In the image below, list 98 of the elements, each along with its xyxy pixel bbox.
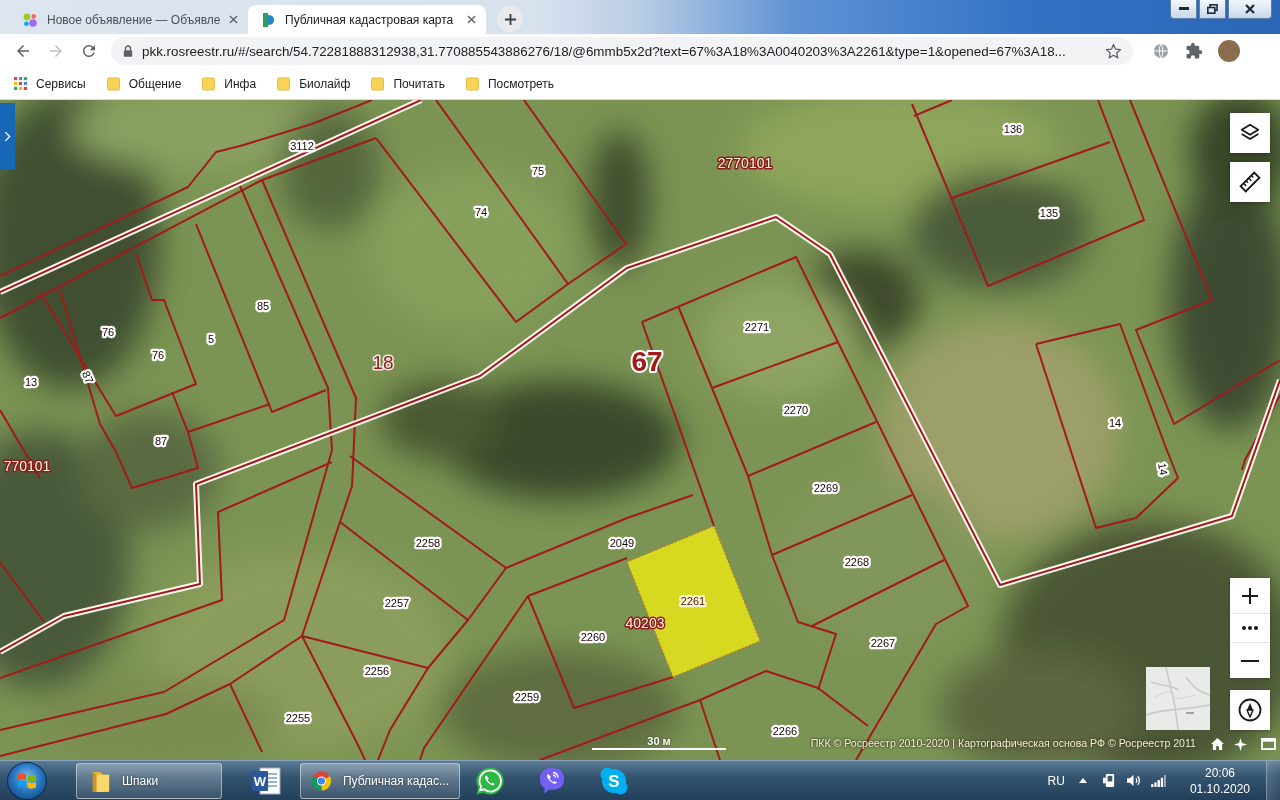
caret-up-icon[interactable] — [1078, 778, 1087, 783]
folder-icon — [106, 76, 120, 91]
parcel-number: 136 — [1003, 123, 1023, 135]
emblem-icon — [260, 11, 276, 28]
parcel-number: 87 — [79, 368, 97, 386]
windows-logo-icon — [17, 770, 37, 791]
parcel-number: 2267 — [870, 637, 896, 649]
zoom-out-button[interactable] — [1230, 642, 1270, 678]
bookmark-item[interactable]: Почитать — [371, 76, 445, 91]
parcel-number: 5 — [207, 333, 215, 345]
parcel-number: 3112 — [290, 140, 314, 152]
parcel-number: 14 — [1156, 461, 1170, 477]
star-icon — [1104, 42, 1122, 60]
restore-button[interactable] — [1199, 0, 1226, 19]
bookmark-item[interactable]: Инфа — [202, 76, 257, 91]
parcel-number: 2261 — [680, 595, 706, 607]
profile-avatar[interactable] — [1218, 40, 1240, 62]
language-indicator[interactable]: RU — [1047, 773, 1065, 788]
parcel-number: 2049 — [609, 537, 635, 549]
parcel-number: 2259 — [514, 691, 540, 703]
chevron-right-icon — [4, 131, 11, 142]
browser-tab[interactable]: Публичная кадастровая карта — [248, 5, 486, 34]
apps-grid-icon — [14, 77, 27, 90]
quarter-number: 770101 — [3, 458, 51, 474]
taskbar-button[interactable]: Публичная кадас... — [300, 762, 460, 799]
folder-icon — [371, 76, 385, 91]
bookmark-item[interactable]: Сервисы — [14, 76, 86, 91]
parcel-number: 14 — [1108, 417, 1122, 429]
ruler-icon — [1239, 171, 1261, 193]
dots-icon — [22, 11, 38, 28]
zoom-in-button[interactable] — [1230, 578, 1270, 613]
bookmark-item[interactable]: Общение — [106, 76, 182, 91]
lock-icon — [123, 45, 133, 57]
parcel-number: 2260 — [580, 631, 606, 643]
clock-date[interactable]: 01.10.2020 — [1189, 780, 1250, 797]
bookmark-item[interactable]: Биолайф — [277, 76, 351, 91]
quarter-number: 2770101 — [717, 155, 773, 171]
parcel-number: 2270 — [783, 404, 809, 416]
parcel-number: 74 — [474, 206, 488, 218]
layers-button[interactable] — [1230, 113, 1270, 153]
parcel-number: 2258 — [415, 537, 441, 549]
close-icon[interactable] — [467, 15, 476, 24]
parcel-number: 135 — [1039, 207, 1059, 219]
parcel-number: 75 — [531, 165, 545, 177]
map-thumbnail-drawing[interactable] — [1146, 667, 1210, 730]
puzzle-icon — [1185, 42, 1203, 60]
bookmark-item[interactable]: Посмотреть — [465, 76, 555, 91]
four-point-star-icon[interactable] — [1234, 738, 1247, 751]
start-button[interactable] — [7, 761, 47, 800]
close-icon — [1245, 4, 1255, 14]
parcel-number: 85 — [256, 300, 270, 312]
device-icon[interactable] — [1102, 773, 1116, 788]
phone-bubble-icon[interactable] — [537, 765, 567, 796]
scale-label: 30 м — [647, 735, 671, 747]
clock-time[interactable]: 20:06 — [1204, 764, 1235, 781]
more-button[interactable] — [1230, 613, 1270, 642]
compass-icon — [1238, 698, 1262, 722]
parcel-number: 13 — [24, 376, 38, 388]
minus-icon — [1241, 659, 1259, 662]
restore-icon — [1207, 4, 1218, 14]
show-desktop-button[interactable] — [1266, 760, 1280, 800]
panel-toggle-button[interactable] — [0, 103, 15, 170]
chat-bubble-icon[interactable] — [475, 765, 505, 796]
parcel-number: 76 — [101, 326, 115, 338]
signal-bars-icon[interactable] — [1150, 774, 1166, 787]
parcel-number: 2266 — [772, 725, 798, 737]
window-icon[interactable] — [1261, 738, 1276, 750]
plus-icon — [1241, 586, 1259, 605]
block-number: 18 — [372, 351, 394, 373]
folder-icon — [202, 76, 216, 91]
minimize-button[interactable] — [1170, 0, 1197, 19]
parcel-number: 2268 — [844, 556, 870, 568]
new-tab-button[interactable] — [497, 6, 523, 32]
parcel-number: 2255 — [285, 712, 311, 724]
browser-logo-icon — [311, 768, 332, 793]
ruler-button[interactable] — [1230, 162, 1270, 202]
browser-tab[interactable]: Новое объявление — Объявле — [10, 5, 248, 34]
address-field[interactable]: pkk.rosreestr.ru/#/search/54.72281888312938,31.770885543886276/18/@6mmb5x2d?text=67%3A18%3A0040203%3A2261&type=1&opened=67%3A18... — [111, 37, 1133, 65]
arrow-right-icon — [47, 42, 65, 60]
folder-icon — [465, 76, 479, 91]
folder-icon — [277, 76, 291, 91]
more-icon — [1242, 626, 1258, 630]
close-icon[interactable] — [229, 15, 239, 24]
parcel-number: 2257 — [384, 597, 410, 609]
compass-button[interactable] — [1230, 690, 1270, 730]
close-button[interactable] — [1228, 0, 1272, 19]
parcel-number: 2269 — [813, 482, 839, 494]
globe-icon — [1152, 42, 1170, 60]
speaker-icon[interactable] — [1125, 774, 1141, 787]
home-icon[interactable] — [1211, 738, 1224, 750]
taskbar-button[interactable]: Шпаки — [76, 762, 222, 799]
parcel-number: 2271 — [744, 321, 770, 333]
minimize-icon — [1178, 7, 1189, 11]
parcel-number: 76 — [151, 349, 165, 361]
reload-icon — [80, 42, 98, 60]
parcel-number: 87 — [154, 435, 168, 447]
plus-icon — [503, 12, 517, 26]
parcel-number: 2256 — [364, 665, 390, 677]
